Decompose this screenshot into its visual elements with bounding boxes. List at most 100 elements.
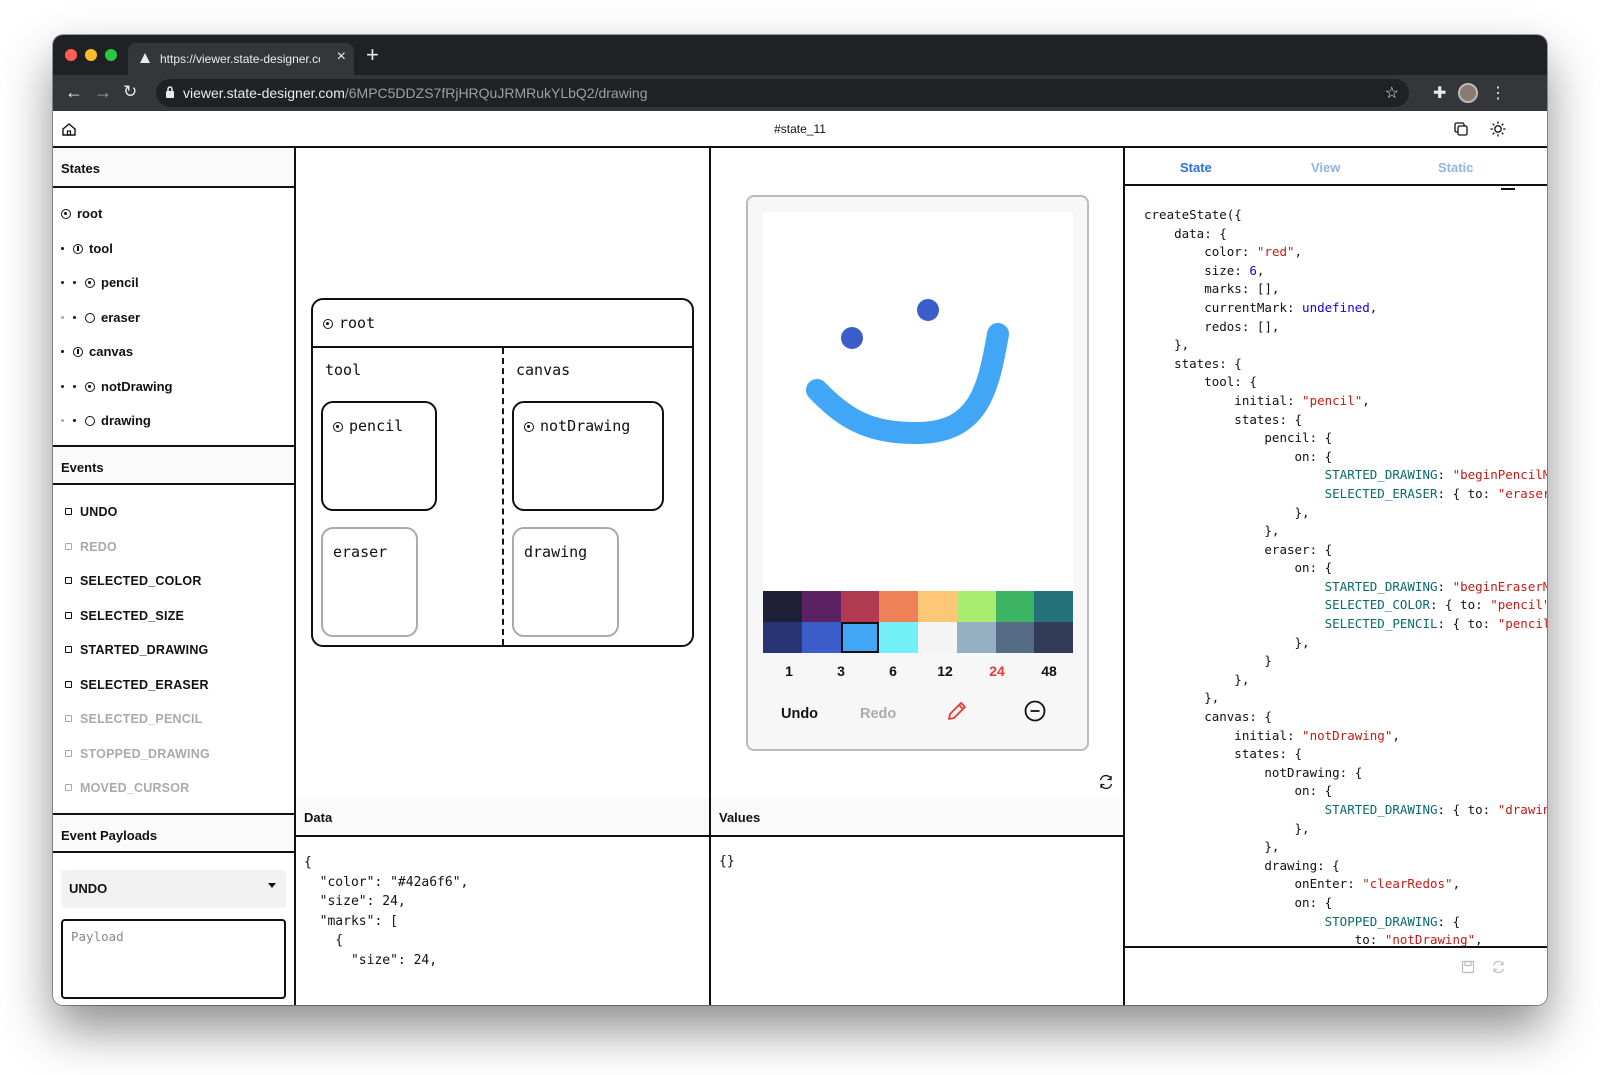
app-root: #state_11 States root tool pencil eraser can… — [53, 111, 1547, 1005]
event-label: SELECTED_COLOR — [80, 574, 202, 588]
event-button-selected_size[interactable]: SELECTED_SIZE — [65, 609, 184, 623]
data-json-line: "size": 24, — [304, 952, 438, 968]
color-swatch[interactable] — [840, 591, 880, 622]
state-canvas-label: canvas — [516, 361, 571, 379]
state-eraser[interactable]: eraser — [321, 527, 418, 637]
state-item-tool[interactable]: tool — [61, 241, 113, 256]
more-menu-icon[interactable]: ⋮ — [1490, 83, 1506, 103]
event-button-started_drawing[interactable]: STARTED_DRAWING — [65, 643, 208, 657]
size-picker: 1 3 6 12 24 48 — [763, 663, 1073, 683]
tab-view[interactable]: View — [1311, 160, 1340, 175]
back-icon[interactable]: ← — [65, 82, 83, 103]
state-item-root[interactable]: root — [61, 206, 102, 221]
depth-dot — [61, 246, 64, 250]
reset-icon[interactable] — [1098, 774, 1114, 790]
favicon-icon — [140, 53, 150, 63]
event-button-undo[interactable]: UNDO — [65, 505, 118, 519]
bookmark-star-icon[interactable]: ☆ — [1385, 83, 1399, 103]
copy-icon[interactable] — [1453, 121, 1469, 137]
size-option[interactable]: 24 — [971, 663, 1023, 679]
payload-input[interactable]: Payload — [61, 919, 286, 999]
notdrawing-text: notDrawing — [540, 417, 631, 435]
state-item-label: canvas — [89, 344, 134, 359]
preview-panel: 1 3 6 12 24 48 Undo Redo — [711, 148, 1125, 818]
scroll-indicator[interactable] — [1501, 188, 1515, 190]
color-swatch[interactable] — [918, 591, 957, 622]
color-swatch[interactable] — [840, 622, 880, 653]
values-json: {} — [719, 854, 735, 869]
browser-tab[interactable]: https://viewer.state-designer.com × — [128, 43, 354, 75]
size-option[interactable]: 12 — [919, 663, 971, 679]
maximize-window-button[interactable] — [105, 49, 117, 61]
state-item-canvas[interactable]: canvas — [61, 344, 133, 359]
data-heading: Data — [296, 797, 709, 837]
pencil-icon[interactable] — [945, 699, 969, 723]
redo-button[interactable]: Redo — [860, 706, 896, 722]
state-item-pencil[interactable]: pencil — [61, 275, 139, 290]
event-button-stopped_drawing[interactable]: STOPPED_DRAWING — [65, 747, 210, 761]
url-host: viewer.state-designer.com — [183, 85, 345, 101]
state-drawing-label: drawing — [524, 543, 588, 561]
new-tab-button[interactable]: + — [366, 42, 379, 68]
data-json-line: { — [304, 855, 312, 870]
undo-button[interactable]: Undo — [781, 706, 818, 722]
event-button-selected_color[interactable]: SELECTED_COLOR — [65, 574, 202, 588]
depth-dot — [61, 315, 64, 319]
code-tabs: State View Static — [1125, 148, 1547, 186]
minimize-window-button[interactable] — [85, 49, 97, 61]
left-sidebar: States root tool pencil eraser canvas notDraw… — [53, 148, 296, 1005]
color-swatch[interactable] — [995, 591, 1035, 622]
state-notdrawing[interactable]: notDrawing — [512, 401, 664, 511]
close-window-button[interactable] — [65, 49, 77, 61]
color-swatch[interactable] — [918, 622, 957, 653]
state-marker-icon — [85, 381, 95, 392]
theme-sun-icon[interactable] — [1490, 121, 1506, 137]
event-button-selected_eraser[interactable]: SELECTED_ERASER — [65, 678, 209, 692]
color-swatch[interactable] — [1034, 591, 1073, 622]
color-swatch[interactable] — [879, 591, 918, 622]
state-pencil[interactable]: pencil — [321, 401, 437, 511]
drawing-canvas[interactable] — [763, 212, 1073, 591]
color-swatch[interactable] — [956, 591, 996, 622]
event-button-moved_cursor[interactable]: MOVED_CURSOR — [65, 781, 189, 795]
extensions-icon[interactable]: ✚ — [1433, 83, 1446, 103]
depth-dot — [73, 281, 76, 284]
color-swatch[interactable] — [801, 591, 841, 622]
size-option[interactable]: 1 — [763, 663, 815, 679]
close-tab-icon[interactable]: × — [337, 48, 346, 66]
state-marker-icon — [85, 312, 95, 323]
color-swatch[interactable] — [1034, 622, 1073, 653]
state-item-notDrawing[interactable]: notDrawing — [61, 379, 173, 394]
event-select[interactable]: UNDO — [61, 870, 286, 908]
size-option[interactable]: 3 — [815, 663, 867, 679]
toolbar: ← → ↻ viewer.state-designer.com/6MPC5DDZ… — [53, 75, 1547, 111]
mark-dot-right — [917, 299, 939, 321]
reload-icon[interactable]: ↻ — [123, 82, 137, 102]
state-item-eraser[interactable]: eraser — [61, 310, 140, 325]
color-swatch[interactable] — [995, 622, 1035, 653]
tab-state[interactable]: State — [1180, 160, 1212, 175]
event-button-redo[interactable]: REDO — [65, 540, 117, 554]
color-swatch[interactable] — [763, 622, 802, 653]
forward-icon[interactable]: → — [94, 82, 112, 103]
code-editor[interactable]: createState({ data: { color: "red", size… — [1125, 206, 1547, 946]
state-marker-icon — [61, 209, 71, 219]
tab-static[interactable]: Static — [1438, 160, 1473, 175]
size-option[interactable]: 6 — [867, 663, 919, 679]
color-swatch[interactable] — [879, 622, 918, 653]
event-square-icon — [65, 542, 72, 550]
color-swatch[interactable] — [801, 622, 841, 653]
revert-icon[interactable] — [1491, 960, 1506, 974]
minus-circle-icon[interactable] — [1023, 699, 1047, 723]
depth-dot — [61, 350, 64, 353]
payload-placeholder: Payload — [71, 929, 124, 944]
save-icon[interactable] — [1461, 960, 1475, 974]
color-swatch[interactable] — [956, 622, 996, 653]
address-bar[interactable]: viewer.state-designer.com/6MPC5DDZS7fRjH… — [156, 79, 1409, 107]
state-drawing[interactable]: drawing — [512, 527, 619, 637]
state-item-drawing[interactable]: drawing — [61, 413, 151, 428]
size-option[interactable]: 48 — [1023, 663, 1075, 679]
event-button-selected_pencil[interactable]: SELECTED_PENCIL — [65, 712, 202, 726]
profile-avatar[interactable] — [1458, 83, 1478, 103]
color-swatch[interactable] — [763, 591, 802, 622]
